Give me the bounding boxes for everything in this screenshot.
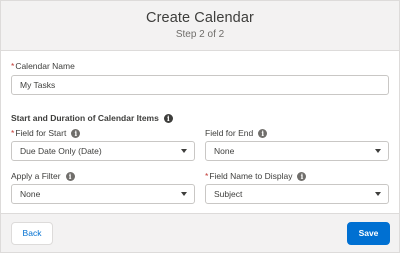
section-heading: Start and Duration of Calendar Items i <box>11 113 173 123</box>
step-indicator: Step 2 of 2 <box>175 29 225 40</box>
info-icon[interactable]: i <box>71 128 81 138</box>
calendar-name-input[interactable]: My Tasks <box>11 75 389 95</box>
field-for-start-label-text: Field for Start <box>15 128 67 138</box>
chevron-down-icon <box>375 192 381 196</box>
apply-filter-value: None <box>20 189 41 199</box>
calendar-name-value: My Tasks <box>20 80 56 90</box>
modal-body: * Calendar Name My Tasks Start and Durat… <box>1 51 399 213</box>
save-button[interactable]: Save <box>347 222 390 245</box>
section-heading-text: Start and Duration of Calendar Items <box>11 113 159 123</box>
info-icon[interactable]: i <box>65 171 75 181</box>
field-for-start-select[interactable]: Due Date Only (Date) <box>11 141 195 161</box>
info-icon[interactable]: i <box>297 171 307 181</box>
modal-footer: Back Save <box>1 213 399 252</box>
back-button[interactable]: Back <box>11 222 53 245</box>
chevron-down-icon <box>181 192 187 196</box>
field-for-end-select[interactable]: None <box>205 141 389 161</box>
chevron-down-icon <box>375 149 381 153</box>
info-icon[interactable]: i <box>258 128 268 138</box>
apply-filter-select[interactable]: None <box>11 184 195 204</box>
required-marker: * <box>11 61 15 71</box>
required-marker: * <box>205 171 209 181</box>
field-for-end-label-text: Field for End <box>205 128 254 138</box>
create-calendar-modal: Create Calendar Step 2 of 2 * Calendar N… <box>0 0 400 253</box>
required-marker: * <box>11 128 15 138</box>
apply-filter-label: Apply a Filter i <box>11 171 75 181</box>
field-for-start-label: * Field for Start i <box>11 128 81 138</box>
field-name-to-display-select[interactable]: Subject <box>205 184 389 204</box>
field-name-to-display-label-text: Field Name to Display <box>209 171 293 181</box>
field-for-end-label: Field for End i <box>205 128 268 138</box>
field-name-to-display-value: Subject <box>214 189 243 199</box>
apply-filter-label-text: Apply a Filter <box>11 171 61 181</box>
field-name-to-display-label: * Field Name to Display i <box>205 171 307 181</box>
chevron-down-icon <box>181 149 187 153</box>
calendar-name-label-text: Calendar Name <box>15 61 75 71</box>
field-for-start-value: Due Date Only (Date) <box>20 146 102 156</box>
field-for-end-value: None <box>214 146 235 156</box>
modal-title: Create Calendar <box>146 10 254 26</box>
info-icon[interactable]: i <box>163 113 173 123</box>
modal-header: Create Calendar Step 2 of 2 <box>1 1 399 51</box>
calendar-name-label: * Calendar Name <box>11 61 75 71</box>
